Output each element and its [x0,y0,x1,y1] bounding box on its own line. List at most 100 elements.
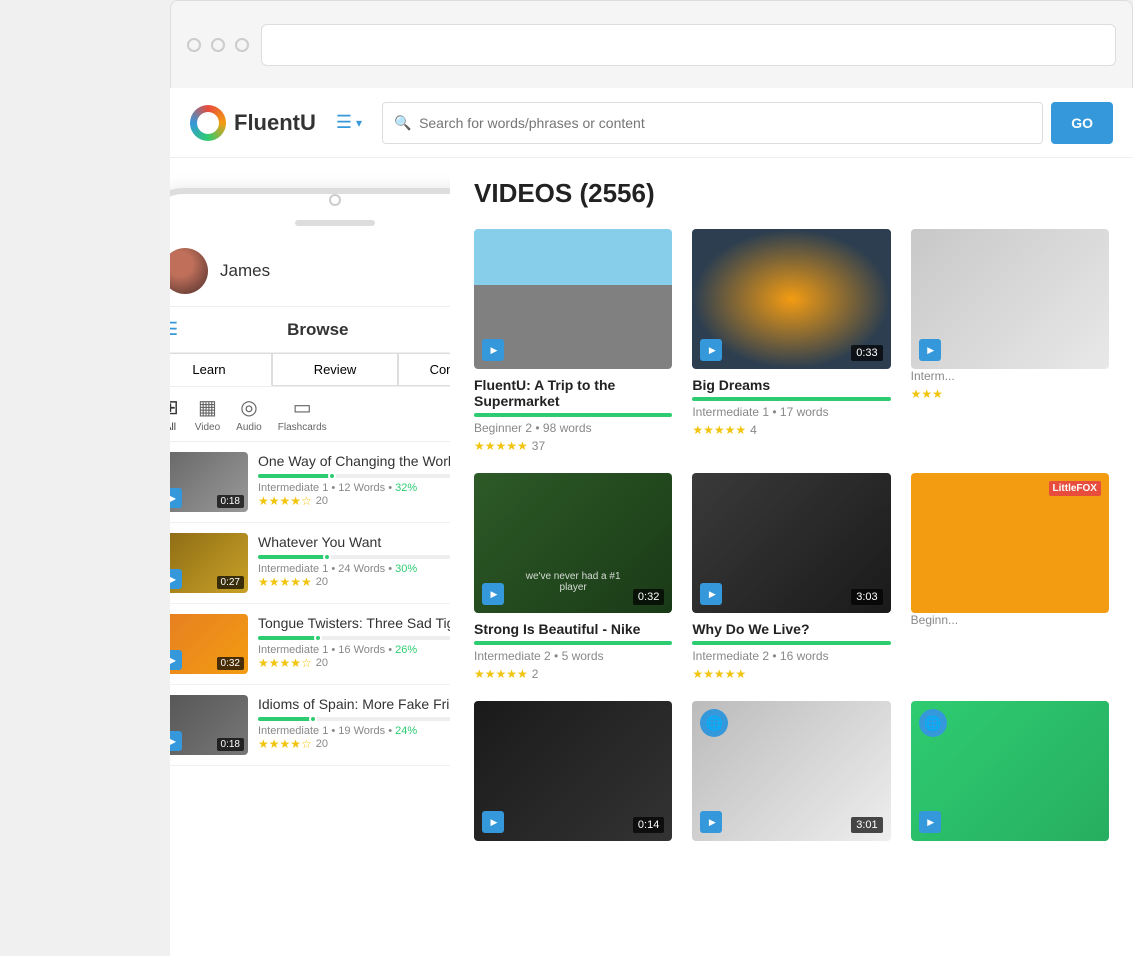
search-icon: 🔍 [394,114,411,131]
video-card-bigdreams[interactable]: ▶ 0:33 Big Dreams Intermediate 1 • 17 wo… [692,229,890,453]
list-item[interactable]: ▶ 0:18 Idioms of Spain: More Fake Friend… [170,685,450,766]
phone-tab-bar: Learn Review Completed [170,353,450,387]
video-title-3: Tongue Twisters: Three Sad Tigers [258,614,450,632]
progress-marker-3 [314,634,322,642]
card-globe-icon-2: 🌐 [700,709,728,737]
play-button-3[interactable]: ▶ [170,650,182,670]
progress-fill-4 [258,717,313,721]
card-count-2: 4 [750,423,757,437]
card-subtitle-4: we've never had a #1 player [524,571,623,593]
phone-profile: James › [170,236,450,307]
progress-marker-2 [323,553,331,561]
card-play-arrow-7: ▶ [491,817,498,828]
search-input[interactable] [382,102,1043,144]
list-item[interactable]: ▶ 0:27 Whatever You Want Intermediate 1 … [170,523,450,604]
video-meta-1: Intermediate 1 • 12 Words • 32% [258,482,450,494]
logo-area: FluentU [190,105,316,141]
card-title-4: Strong Is Beautiful - Nike [474,621,672,637]
filter-video-label: Video [195,422,220,433]
rating-4: 20 [316,738,328,750]
video-meta-2: Intermediate 1 • 24 Words • 30% [258,563,450,575]
browser-addressbar[interactable] [261,24,1116,66]
phone-browse-header: ☰ Browse 🔍 ⚙ [170,307,450,353]
tab-learn[interactable]: Learn [170,353,272,386]
card-stars-row-4: ★★★★★ 2 [474,667,672,681]
hamburger-chevron: ▾ [356,116,362,130]
browser-chrome [170,0,1133,90]
phone-hamburger-icon[interactable]: ☰ [170,319,178,340]
video-card-nike[interactable]: ▶ 0:32 we've never had a #1 player Stron… [474,473,672,681]
video-card-partial-2[interactable]: LittleFOX Beginn... [911,473,1109,681]
progress-bar-2 [258,555,450,559]
video-card-row3-2[interactable]: 🌐 ▶ 3:01 [692,701,890,841]
filter-video[interactable]: ▦ Video [195,395,220,433]
tab-review[interactable]: Review [272,353,398,386]
play-button-4[interactable]: ▶ [170,731,182,751]
play-button-2[interactable]: ▶ [170,569,182,589]
card-stars-5: ★★★★★ [692,667,746,681]
rating-3: 20 [316,657,328,669]
search-input-wrap: 🔍 [382,102,1043,144]
app-header: FluentU ☰ ▾ 🔍 GO [170,88,1133,158]
card-time-8: 3:01 [851,817,882,833]
card-time-5: 3:03 [851,589,882,605]
app-container: FluentU ☰ ▾ 🔍 GO [170,88,1133,956]
browser-dot-3 [235,38,249,52]
card-play-btn-5: ▶ [700,583,722,605]
hamburger-button[interactable]: ☰ ▾ [336,112,362,133]
list-item[interactable]: ▶ 0:32 Tongue Twisters: Three Sad Tigers… [170,604,450,685]
card-stars-row-3: ★★★ [911,387,1109,401]
progress-bar-1 [258,474,450,478]
filter-all[interactable]: ⊞ All [170,395,179,433]
card-level-bar-1 [474,413,672,417]
browser-dot-1 [187,38,201,52]
card-play-btn-8: ▶ [700,811,722,833]
progress-fill-1 [258,474,332,478]
phone-mockup: James › ☰ Browse 🔍 ⚙ Learn Review Com [170,188,450,956]
go-button[interactable]: GO [1051,102,1113,144]
browser-dot-2 [211,38,225,52]
video-meta-3: Intermediate 1 • 16 Words • 26% [258,644,450,656]
card-time-2: 0:33 [851,345,882,361]
filter-flashcards-label: Flashcards [278,422,327,433]
list-item[interactable]: ▶ 0:18 One Way of Changing the World Int… [170,442,450,523]
card-stars-2: ★★★★★ [692,423,746,437]
main-content: James › ☰ Browse 🔍 ⚙ Learn Review Com [170,158,1133,956]
stars-row-2: ★★★★★ 20 [258,575,450,589]
progress-bar-3 [258,636,450,640]
card-play-arrow-1: ▶ [491,345,498,356]
card-thumb-row3-3: 🌐 ▶ [911,701,1109,841]
phone-browse-title: Browse [287,320,348,340]
card-play-btn-9: ▶ [919,811,941,833]
video-card-whylive[interactable]: ▶ 3:03 Why Do We Live? Intermediate 2 • … [692,473,890,681]
video-list: ▶ 0:18 One Way of Changing the World Int… [170,442,450,766]
card-play-btn-3: ▶ [919,339,941,361]
filter-audio[interactable]: ◎ Audio [236,395,262,433]
avatar-image [170,248,208,294]
card-play-btn-1: ▶ [482,339,504,361]
card-title-2: Big Dreams [692,377,890,393]
video-card-supermarket[interactable]: ▶ FluentU: A Trip to the Supermarket Beg… [474,229,672,453]
tab-completed[interactable]: Completed [398,353,450,386]
video-info-4: Idioms of Spain: More Fake Friends Inter… [258,695,450,751]
right-panel: VIDEOS (2556) ▶ FluentU: A Trip to the S… [450,158,1133,956]
card-level-bar-5 [692,641,890,645]
filter-flashcards[interactable]: ▭ Flashcards [278,395,327,433]
profile-name: James [220,261,270,281]
progress-fill-2 [258,555,327,559]
card-stars-1: ★★★★★ [474,439,528,453]
card-thumb-partial-2: LittleFOX [911,473,1109,613]
grid-icon: ⊞ [170,395,179,420]
video-card-row3-1[interactable]: ▶ 0:14 [474,701,672,841]
stars-2: ★★★★★ [258,575,312,589]
video-card-row3-3[interactable]: 🌐 ▶ [911,701,1109,841]
card-thumb-bigdreams: ▶ 0:33 [692,229,890,369]
left-panel: James › ☰ Browse 🔍 ⚙ Learn Review Com [170,158,450,956]
logo-text: FluentU [234,110,316,136]
video-card-partial-1[interactable]: ▶ Interm... ★★★ [911,229,1109,453]
audio-icon: ◎ [240,395,257,420]
play-button-1[interactable]: ▶ [170,488,182,508]
card-play-arrow-9: ▶ [927,817,934,828]
video-title-4: Idioms of Spain: More Fake Friends [258,695,450,713]
play-arrow-icon: ▶ [170,737,176,746]
